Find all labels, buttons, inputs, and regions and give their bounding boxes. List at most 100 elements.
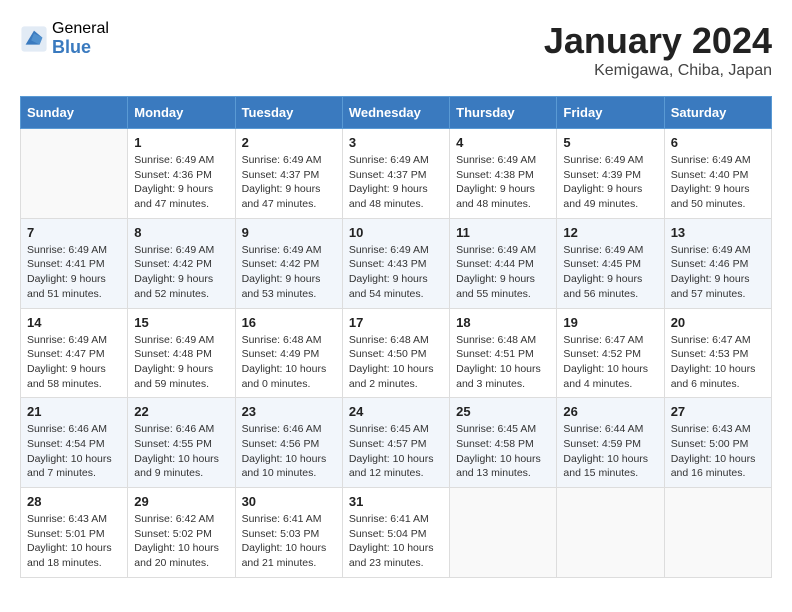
day-info: Sunrise: 6:49 AM Sunset: 4:43 PM Dayligh…	[349, 243, 443, 302]
calendar-cell: 28 Sunrise: 6:43 AM Sunset: 5:01 PM Dayli…	[21, 488, 128, 578]
calendar-cell	[664, 488, 771, 578]
day-info: Sunrise: 6:49 AM Sunset: 4:47 PM Dayligh…	[27, 333, 121, 392]
day-number: 23	[242, 404, 336, 419]
weekday-header-saturday: Saturday	[664, 97, 771, 129]
day-info: Sunrise: 6:49 AM Sunset: 4:36 PM Dayligh…	[134, 153, 228, 212]
calendar-cell: 27 Sunrise: 6:43 AM Sunset: 5:00 PM Dayli…	[664, 398, 771, 488]
day-number: 9	[242, 225, 336, 240]
calendar-cell: 13Sunrise: 6:49 AM Sunset: 4:46 PM Dayli…	[664, 218, 771, 308]
calendar-cell: 29 Sunrise: 6:42 AM Sunset: 5:02 PM Dayli…	[128, 488, 235, 578]
day-number: 31	[349, 494, 443, 509]
day-number: 3	[349, 135, 443, 150]
day-info: Sunrise: 6:41 AM Sunset: 5:04 PM Dayligh…	[349, 512, 443, 571]
calendar-cell	[557, 488, 664, 578]
day-number: 5	[563, 135, 657, 150]
day-number: 16	[242, 315, 336, 330]
calendar-cell: 18Sunrise: 6:48 AM Sunset: 4:51 PM Dayli…	[450, 308, 557, 398]
calendar-cell: 5 Sunrise: 6:49 AM Sunset: 4:39 PM Daylig…	[557, 129, 664, 219]
day-info: Sunrise: 6:49 AM Sunset: 4:39 PM Dayligh…	[563, 153, 657, 212]
weekday-header-tuesday: Tuesday	[235, 97, 342, 129]
weekday-header-row: SundayMondayTuesdayWednesdayThursdayFrid…	[21, 97, 772, 129]
day-info: Sunrise: 6:49 AM Sunset: 4:37 PM Dayligh…	[349, 153, 443, 212]
week-row-2: 7 Sunrise: 6:49 AM Sunset: 4:41 PM Daylig…	[21, 218, 772, 308]
day-number: 30	[242, 494, 336, 509]
day-number: 17	[349, 315, 443, 330]
day-info: Sunrise: 6:48 AM Sunset: 4:49 PM Dayligh…	[242, 333, 336, 392]
main-title: January 2024	[544, 20, 772, 62]
day-number: 25	[456, 404, 550, 419]
day-info: Sunrise: 6:48 AM Sunset: 4:50 PM Dayligh…	[349, 333, 443, 392]
day-number: 22	[134, 404, 228, 419]
day-info: Sunrise: 6:49 AM Sunset: 4:44 PM Dayligh…	[456, 243, 550, 302]
page-header: General Blue January 2024 Kemigawa, Chib…	[20, 20, 772, 80]
weekday-header-friday: Friday	[557, 97, 664, 129]
weekday-header-wednesday: Wednesday	[342, 97, 449, 129]
calendar-cell: 6 Sunrise: 6:49 AM Sunset: 4:40 PM Daylig…	[664, 129, 771, 219]
day-info: Sunrise: 6:49 AM Sunset: 4:41 PM Dayligh…	[27, 243, 121, 302]
calendar-cell: 30Sunrise: 6:41 AM Sunset: 5:03 PM Dayli…	[235, 488, 342, 578]
calendar-cell: 22 Sunrise: 6:46 AM Sunset: 4:55 PM Dayli…	[128, 398, 235, 488]
weekday-header-monday: Monday	[128, 97, 235, 129]
day-info: Sunrise: 6:49 AM Sunset: 4:42 PM Dayligh…	[134, 243, 228, 302]
calendar-cell: 3 Sunrise: 6:49 AM Sunset: 4:37 PM Daylig…	[342, 129, 449, 219]
day-number: 19	[563, 315, 657, 330]
day-info: Sunrise: 6:46 AM Sunset: 4:56 PM Dayligh…	[242, 422, 336, 481]
day-number: 15	[134, 315, 228, 330]
day-info: Sunrise: 6:47 AM Sunset: 4:52 PM Dayligh…	[563, 333, 657, 392]
week-row-5: 28 Sunrise: 6:43 AM Sunset: 5:01 PM Dayli…	[21, 488, 772, 578]
calendar-cell: 10 Sunrise: 6:49 AM Sunset: 4:43 PM Dayli…	[342, 218, 449, 308]
day-info: Sunrise: 6:49 AM Sunset: 4:37 PM Dayligh…	[242, 153, 336, 212]
day-number: 29	[134, 494, 228, 509]
day-number: 2	[242, 135, 336, 150]
day-number: 12	[563, 225, 657, 240]
calendar-cell: 21 Sunrise: 6:46 AM Sunset: 4:54 PM Dayli…	[21, 398, 128, 488]
calendar-cell: 8 Sunrise: 6:49 AM Sunset: 4:42 PM Daylig…	[128, 218, 235, 308]
calendar-table: SundayMondayTuesdayWednesdayThursdayFrid…	[20, 96, 772, 578]
day-number: 24	[349, 404, 443, 419]
day-number: 26	[563, 404, 657, 419]
day-info: Sunrise: 6:49 AM Sunset: 4:48 PM Dayligh…	[134, 333, 228, 392]
day-info: Sunrise: 6:45 AM Sunset: 4:57 PM Dayligh…	[349, 422, 443, 481]
calendar-cell: 19 Sunrise: 6:47 AM Sunset: 4:52 PM Dayli…	[557, 308, 664, 398]
week-row-1: 1Sunrise: 6:49 AM Sunset: 4:36 PM Daylig…	[21, 129, 772, 219]
day-info: Sunrise: 6:43 AM Sunset: 5:01 PM Dayligh…	[27, 512, 121, 571]
calendar-cell: 14 Sunrise: 6:49 AM Sunset: 4:47 PM Dayli…	[21, 308, 128, 398]
weekday-header-thursday: Thursday	[450, 97, 557, 129]
calendar-cell: 1Sunrise: 6:49 AM Sunset: 4:36 PM Daylig…	[128, 129, 235, 219]
logo-general: General	[52, 20, 109, 38]
day-number: 13	[671, 225, 765, 240]
logo-blue: Blue	[52, 38, 109, 58]
calendar-cell: 26 Sunrise: 6:44 AM Sunset: 4:59 PM Dayli…	[557, 398, 664, 488]
calendar-cell: 23 Sunrise: 6:46 AM Sunset: 4:56 PM Dayli…	[235, 398, 342, 488]
calendar-cell	[450, 488, 557, 578]
calendar-cell: 24 Sunrise: 6:45 AM Sunset: 4:57 PM Dayli…	[342, 398, 449, 488]
calendar-cell: 31 Sunrise: 6:41 AM Sunset: 5:04 PM Dayli…	[342, 488, 449, 578]
day-number: 6	[671, 135, 765, 150]
calendar-cell: 20Sunrise: 6:47 AM Sunset: 4:53 PM Dayli…	[664, 308, 771, 398]
day-info: Sunrise: 6:44 AM Sunset: 4:59 PM Dayligh…	[563, 422, 657, 481]
day-number: 7	[27, 225, 121, 240]
calendar-cell: 16 Sunrise: 6:48 AM Sunset: 4:49 PM Dayli…	[235, 308, 342, 398]
day-info: Sunrise: 6:46 AM Sunset: 4:54 PM Dayligh…	[27, 422, 121, 481]
calendar-cell: 12 Sunrise: 6:49 AM Sunset: 4:45 PM Dayli…	[557, 218, 664, 308]
day-info: Sunrise: 6:43 AM Sunset: 5:00 PM Dayligh…	[671, 422, 765, 481]
day-info: Sunrise: 6:42 AM Sunset: 5:02 PM Dayligh…	[134, 512, 228, 571]
day-number: 27	[671, 404, 765, 419]
day-info: Sunrise: 6:49 AM Sunset: 4:40 PM Dayligh…	[671, 153, 765, 212]
day-info: Sunrise: 6:46 AM Sunset: 4:55 PM Dayligh…	[134, 422, 228, 481]
day-info: Sunrise: 6:48 AM Sunset: 4:51 PM Dayligh…	[456, 333, 550, 392]
calendar-cell: 25 Sunrise: 6:45 AM Sunset: 4:58 PM Dayli…	[450, 398, 557, 488]
day-number: 11	[456, 225, 550, 240]
calendar-cell: 4Sunrise: 6:49 AM Sunset: 4:38 PM Daylig…	[450, 129, 557, 219]
calendar-cell: 15 Sunrise: 6:49 AM Sunset: 4:48 PM Dayli…	[128, 308, 235, 398]
day-number: 21	[27, 404, 121, 419]
day-info: Sunrise: 6:49 AM Sunset: 4:38 PM Dayligh…	[456, 153, 550, 212]
day-number: 10	[349, 225, 443, 240]
day-info: Sunrise: 6:45 AM Sunset: 4:58 PM Dayligh…	[456, 422, 550, 481]
day-number: 14	[27, 315, 121, 330]
logo-text: General Blue	[52, 20, 109, 57]
day-number: 28	[27, 494, 121, 509]
day-info: Sunrise: 6:49 AM Sunset: 4:45 PM Dayligh…	[563, 243, 657, 302]
day-number: 20	[671, 315, 765, 330]
day-number: 8	[134, 225, 228, 240]
